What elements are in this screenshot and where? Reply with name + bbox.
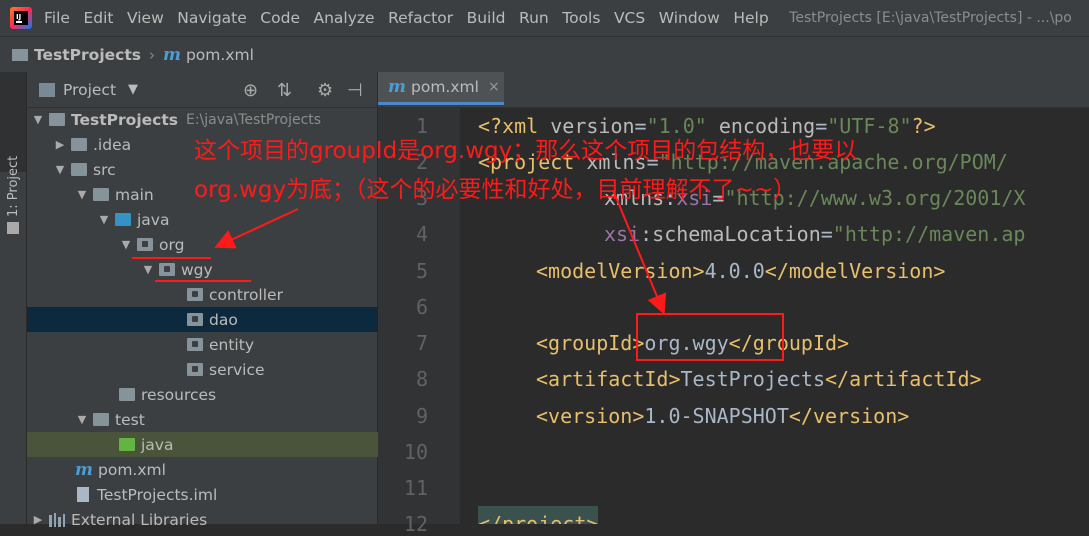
annotation-arrow-to-groupid	[612, 189, 667, 315]
annotation-arrow-to-org	[214, 208, 299, 249]
annotation-box-groupid	[636, 313, 784, 361]
annotation-overlay	[132, 189, 784, 361]
